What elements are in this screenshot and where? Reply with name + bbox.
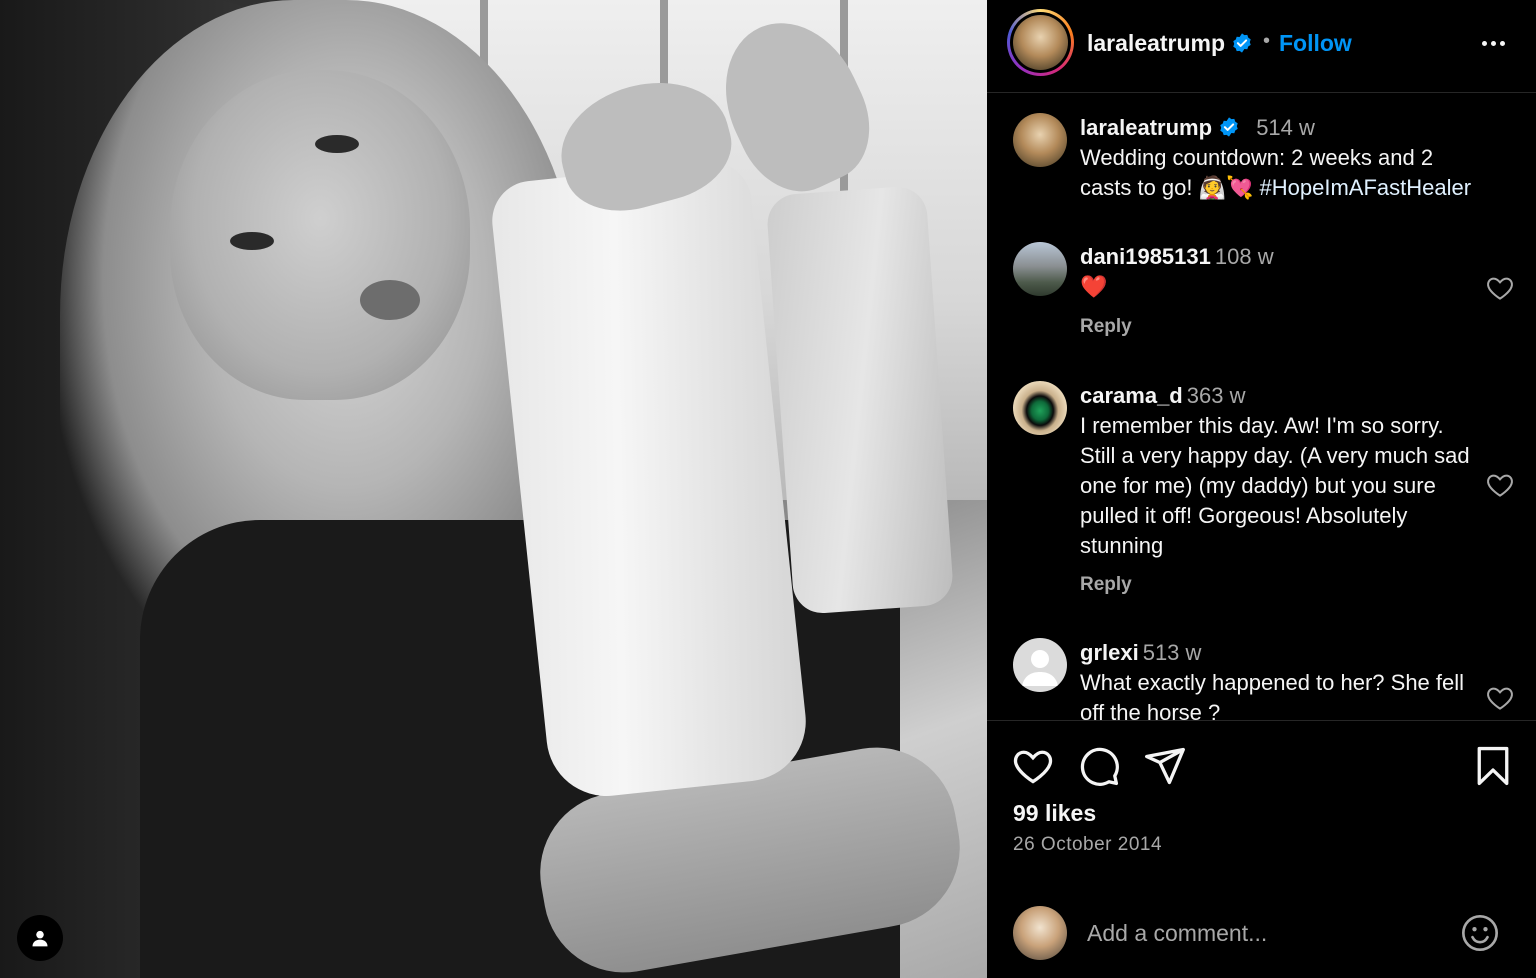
comment-text: What exactly happened to her? She fell o… bbox=[1080, 670, 1465, 721]
add-comment-input[interactable] bbox=[1087, 914, 1437, 952]
caption-timestamp[interactable]: 514 w bbox=[1256, 115, 1315, 140]
comments-list[interactable]: laraleatrump 514 w Wedding countdown: 2 … bbox=[987, 93, 1536, 721]
heart-icon[interactable] bbox=[1485, 273, 1515, 303]
add-comment-bar bbox=[987, 892, 1536, 978]
header-separator: • bbox=[1263, 30, 1271, 52]
author-avatar-story-ring[interactable] bbox=[1007, 9, 1074, 76]
comment-text: I remember this day. Aw! I'm so sorry. S… bbox=[1080, 413, 1470, 558]
commenter-username[interactable]: carama_d bbox=[1080, 383, 1183, 408]
comment-icon[interactable] bbox=[1077, 744, 1121, 788]
commenter-username[interactable]: grlexi bbox=[1080, 640, 1139, 665]
commenter-avatar[interactable] bbox=[1013, 381, 1067, 435]
post-side-panel: laraleatrump • Follow laraleatrump 514 w… bbox=[987, 0, 1536, 978]
likes-count[interactable]: 99 likes bbox=[1013, 800, 1096, 827]
commenter-avatar[interactable] bbox=[1013, 242, 1067, 296]
verified-badge-icon bbox=[1233, 33, 1251, 53]
author-avatar bbox=[1013, 15, 1068, 70]
post-header: laraleatrump • Follow bbox=[987, 0, 1536, 93]
caption-hashtag[interactable]: #HopeImAFastHealer bbox=[1260, 175, 1472, 200]
post-actions: 99 likes 26 October 2014 bbox=[987, 722, 1536, 892]
reply-button[interactable]: Reply bbox=[1080, 316, 1132, 338]
user-tag-icon bbox=[32, 930, 48, 947]
heart-icon[interactable] bbox=[1011, 744, 1055, 788]
caption-username[interactable]: laraleatrump bbox=[1080, 115, 1212, 140]
comment-timestamp[interactable]: 108 w bbox=[1215, 244, 1274, 269]
author-username[interactable]: laraleatrump bbox=[1087, 30, 1253, 57]
photo-lips bbox=[360, 280, 420, 320]
comment-timestamp[interactable]: 513 w bbox=[1143, 640, 1202, 665]
emoji-icon[interactable] bbox=[1460, 913, 1500, 953]
comment-timestamp[interactable]: 363 w bbox=[1187, 383, 1246, 408]
share-icon[interactable] bbox=[1143, 744, 1187, 788]
current-user-avatar bbox=[1013, 906, 1067, 960]
user-tag-button[interactable] bbox=[17, 915, 63, 961]
default-avatar-icon bbox=[1022, 650, 1058, 686]
more-options-icon[interactable] bbox=[1478, 28, 1508, 58]
follow-button[interactable]: Follow bbox=[1279, 30, 1352, 57]
bookmark-icon[interactable] bbox=[1471, 744, 1515, 788]
post-date[interactable]: 26 October 2014 bbox=[1013, 834, 1162, 856]
commenter-avatar[interactable] bbox=[1013, 638, 1067, 692]
verified-badge-icon bbox=[1220, 117, 1238, 137]
post-photo[interactable] bbox=[0, 0, 987, 978]
heart-icon[interactable] bbox=[1485, 470, 1515, 500]
heart-icon[interactable] bbox=[1485, 683, 1515, 713]
commenter-username[interactable]: dani1985131 bbox=[1080, 244, 1211, 269]
comment-text: ❤️ bbox=[1080, 274, 1108, 299]
caption-avatar[interactable] bbox=[1013, 113, 1067, 167]
reply-button[interactable]: Reply bbox=[1080, 574, 1132, 596]
photo-face bbox=[170, 70, 470, 400]
photo-wrist-brace bbox=[765, 184, 955, 616]
